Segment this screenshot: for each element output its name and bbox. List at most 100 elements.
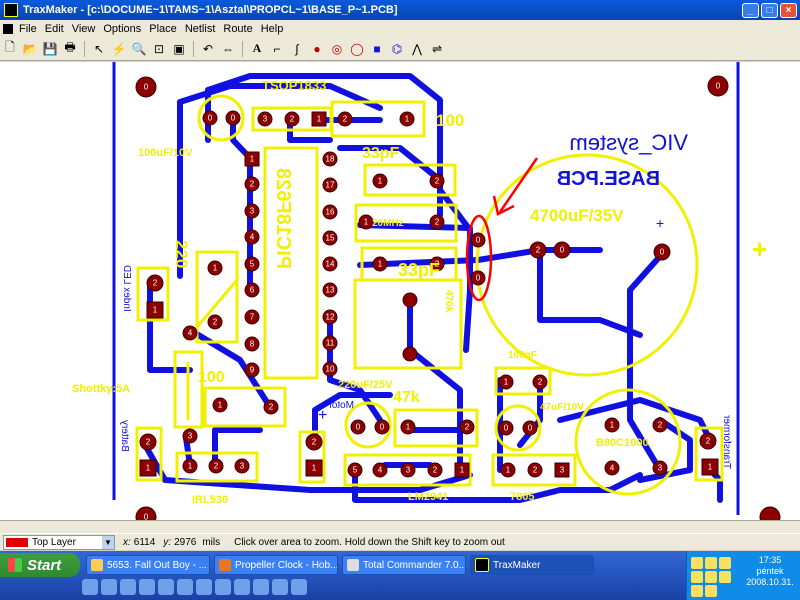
pad-label: 2: [153, 279, 158, 288]
label-shottky: Shottky:5A: [72, 383, 130, 395]
pad-label: 1: [188, 462, 193, 471]
quick-launch-icon[interactable]: [139, 579, 155, 595]
pad-label: 17: [326, 181, 335, 190]
label-33pf-a: 33pF: [362, 145, 400, 162]
clock-day: péntek: [756, 566, 784, 576]
save-icon[interactable]: 💾: [41, 40, 59, 58]
pad-label: 13: [326, 286, 335, 295]
pad-label: 0: [528, 424, 533, 433]
pad-label: 0: [660, 248, 665, 257]
menu-help[interactable]: Help: [259, 23, 290, 35]
document-icon[interactable]: [3, 23, 13, 34]
quick-launch-icon[interactable]: [120, 579, 136, 595]
zoom-area-icon[interactable]: ⊡: [150, 40, 168, 58]
pad-label: 11: [326, 339, 335, 348]
pad-icon[interactable]: ●: [308, 40, 326, 58]
layer-select[interactable]: Top Layer ▼: [3, 534, 115, 550]
maximize-button[interactable]: □: [761, 2, 778, 18]
pad-label: 12: [326, 313, 335, 322]
fill-icon[interactable]: ■: [368, 40, 386, 58]
pcb-layout[interactable]: 0 0 0 0 0 3 2 1 2 1 1 2 3 4 5 6 7 8 9 18…: [0, 62, 800, 520]
quick-launch-icon[interactable]: [101, 579, 117, 595]
pad-label: 1: [213, 264, 218, 273]
label-pic: PIC18F628: [272, 168, 294, 269]
label-tsop: TSOP1833: [262, 78, 326, 93]
label-cap-100uf: 100uF/10V: [138, 147, 193, 159]
tray-icon[interactable]: [705, 571, 717, 583]
quick-launch-icon[interactable]: [253, 579, 269, 595]
start-button[interactable]: Start: [0, 553, 80, 577]
print-icon[interactable]: 🖶: [61, 40, 79, 58]
system-tray: 17:35 péntek 2008.10.31.: [686, 551, 800, 600]
tray-icon[interactable]: [705, 585, 717, 597]
quick-launch-icon[interactable]: [215, 579, 231, 595]
pcb-canvas[interactable]: 0 0 0 0 0 3 2 1 2 1 1 2 3 4 5 6 7 8 9 18…: [0, 62, 800, 520]
tray-icon[interactable]: [691, 585, 703, 597]
menu-file[interactable]: File: [17, 23, 43, 35]
circle-icon[interactable]: ◯: [348, 40, 366, 58]
firefox-icon: [219, 559, 231, 571]
track-icon[interactable]: ⌐: [268, 40, 286, 58]
net-icon[interactable]: ⋀: [408, 40, 426, 58]
window-title: TraxMaker - [c:\DOCUME~1\TAMS~1\Asztal\P…: [23, 4, 398, 16]
new-icon[interactable]: 🗋: [1, 40, 19, 58]
label-470k: 470k: [443, 290, 454, 313]
zoom-icon[interactable]: 🔍: [130, 40, 148, 58]
pad-label: 1: [312, 464, 317, 473]
pad-label: 4: [250, 233, 255, 242]
quick-launch-icon[interactable]: [196, 579, 212, 595]
tray-icon[interactable]: [719, 571, 731, 583]
taskbar-item-traxmaker[interactable]: TraxMaker: [470, 555, 594, 575]
quick-launch-icon[interactable]: [234, 579, 250, 595]
menu-view[interactable]: View: [70, 23, 102, 35]
start-label: Start: [27, 556, 62, 574]
pad-label: 0: [476, 236, 481, 245]
quick-launch-icon[interactable]: [291, 579, 307, 595]
close-button[interactable]: ×: [780, 2, 797, 18]
quick-launch-icon[interactable]: [177, 579, 193, 595]
horizontal-scrollbar[interactable]: [0, 520, 800, 534]
arrow-icon[interactable]: ⇌: [428, 40, 446, 58]
menu-edit[interactable]: Edit: [43, 23, 70, 35]
quick-launch-icon[interactable]: [272, 579, 288, 595]
menu-netlist[interactable]: Netlist: [183, 23, 222, 35]
menu-route[interactable]: Route: [221, 23, 258, 35]
taskbar-item-total-commander[interactable]: Total Commander 7.0...: [342, 555, 466, 575]
pointer-icon[interactable]: ↖: [90, 40, 108, 58]
x-label: x:: [123, 536, 131, 548]
tray-icon[interactable]: [691, 571, 703, 583]
pad-label: 2: [290, 115, 295, 124]
label-vic-system: VIC_system: [569, 130, 688, 155]
minimize-button[interactable]: _: [742, 2, 759, 18]
pad-label: 2: [538, 378, 543, 387]
redo-icon[interactable]: ⇔: [219, 40, 237, 58]
menu-options[interactable]: Options: [101, 23, 147, 35]
route-icon[interactable]: ⚡: [110, 40, 128, 58]
tray-icon[interactable]: [691, 557, 703, 569]
arc-icon[interactable]: ∫: [288, 40, 306, 58]
pad-label: 2: [433, 466, 438, 475]
pad-label: 0: [476, 274, 481, 283]
taskbar-item-browser[interactable]: Propeller Clock - Hob...: [214, 555, 338, 575]
quick-launch-icon[interactable]: [158, 579, 174, 595]
text-icon[interactable]: A: [248, 40, 266, 58]
undo-icon[interactable]: ↶: [199, 40, 217, 58]
pad-label: 3: [250, 207, 255, 216]
zoom-fit-icon[interactable]: ▣: [170, 40, 188, 58]
tray-icon[interactable]: [719, 557, 731, 569]
open-icon[interactable]: 📂: [21, 40, 39, 58]
label-plus: +: [752, 234, 767, 264]
quick-launch-icon[interactable]: [82, 579, 98, 595]
tray-icon[interactable]: [705, 557, 717, 569]
pad-label: 1: [504, 378, 509, 387]
task-label: TraxMaker: [493, 559, 541, 571]
component-icon[interactable]: ⌬: [388, 40, 406, 58]
clock[interactable]: 17:35 péntek 2008.10.31.: [741, 555, 799, 588]
taskbar-item-music[interactable]: 5653. Fall Out Boy - ...: [86, 555, 210, 575]
pad-label: 1: [317, 115, 322, 124]
label-b80: B80C1000: [596, 437, 649, 449]
pad-label: 1: [218, 401, 223, 410]
chevron-down-icon[interactable]: ▼: [102, 535, 114, 549]
via-icon[interactable]: ◎: [328, 40, 346, 58]
menu-place[interactable]: Place: [147, 23, 183, 35]
